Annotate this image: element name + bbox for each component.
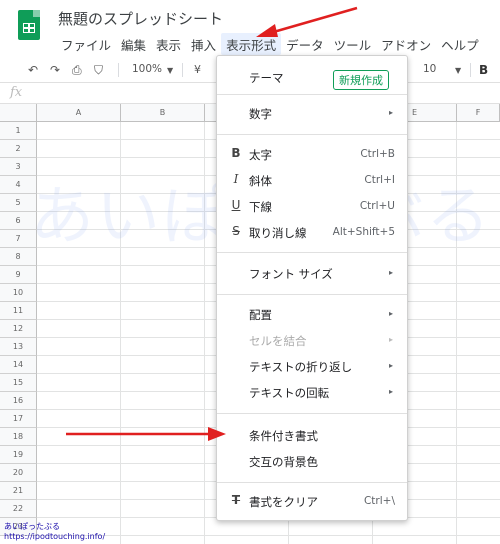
arrow-to-conditional-formatting <box>66 427 226 441</box>
annotation-arrows <box>66 6 358 441</box>
arrow-to-format-menu <box>256 6 358 37</box>
